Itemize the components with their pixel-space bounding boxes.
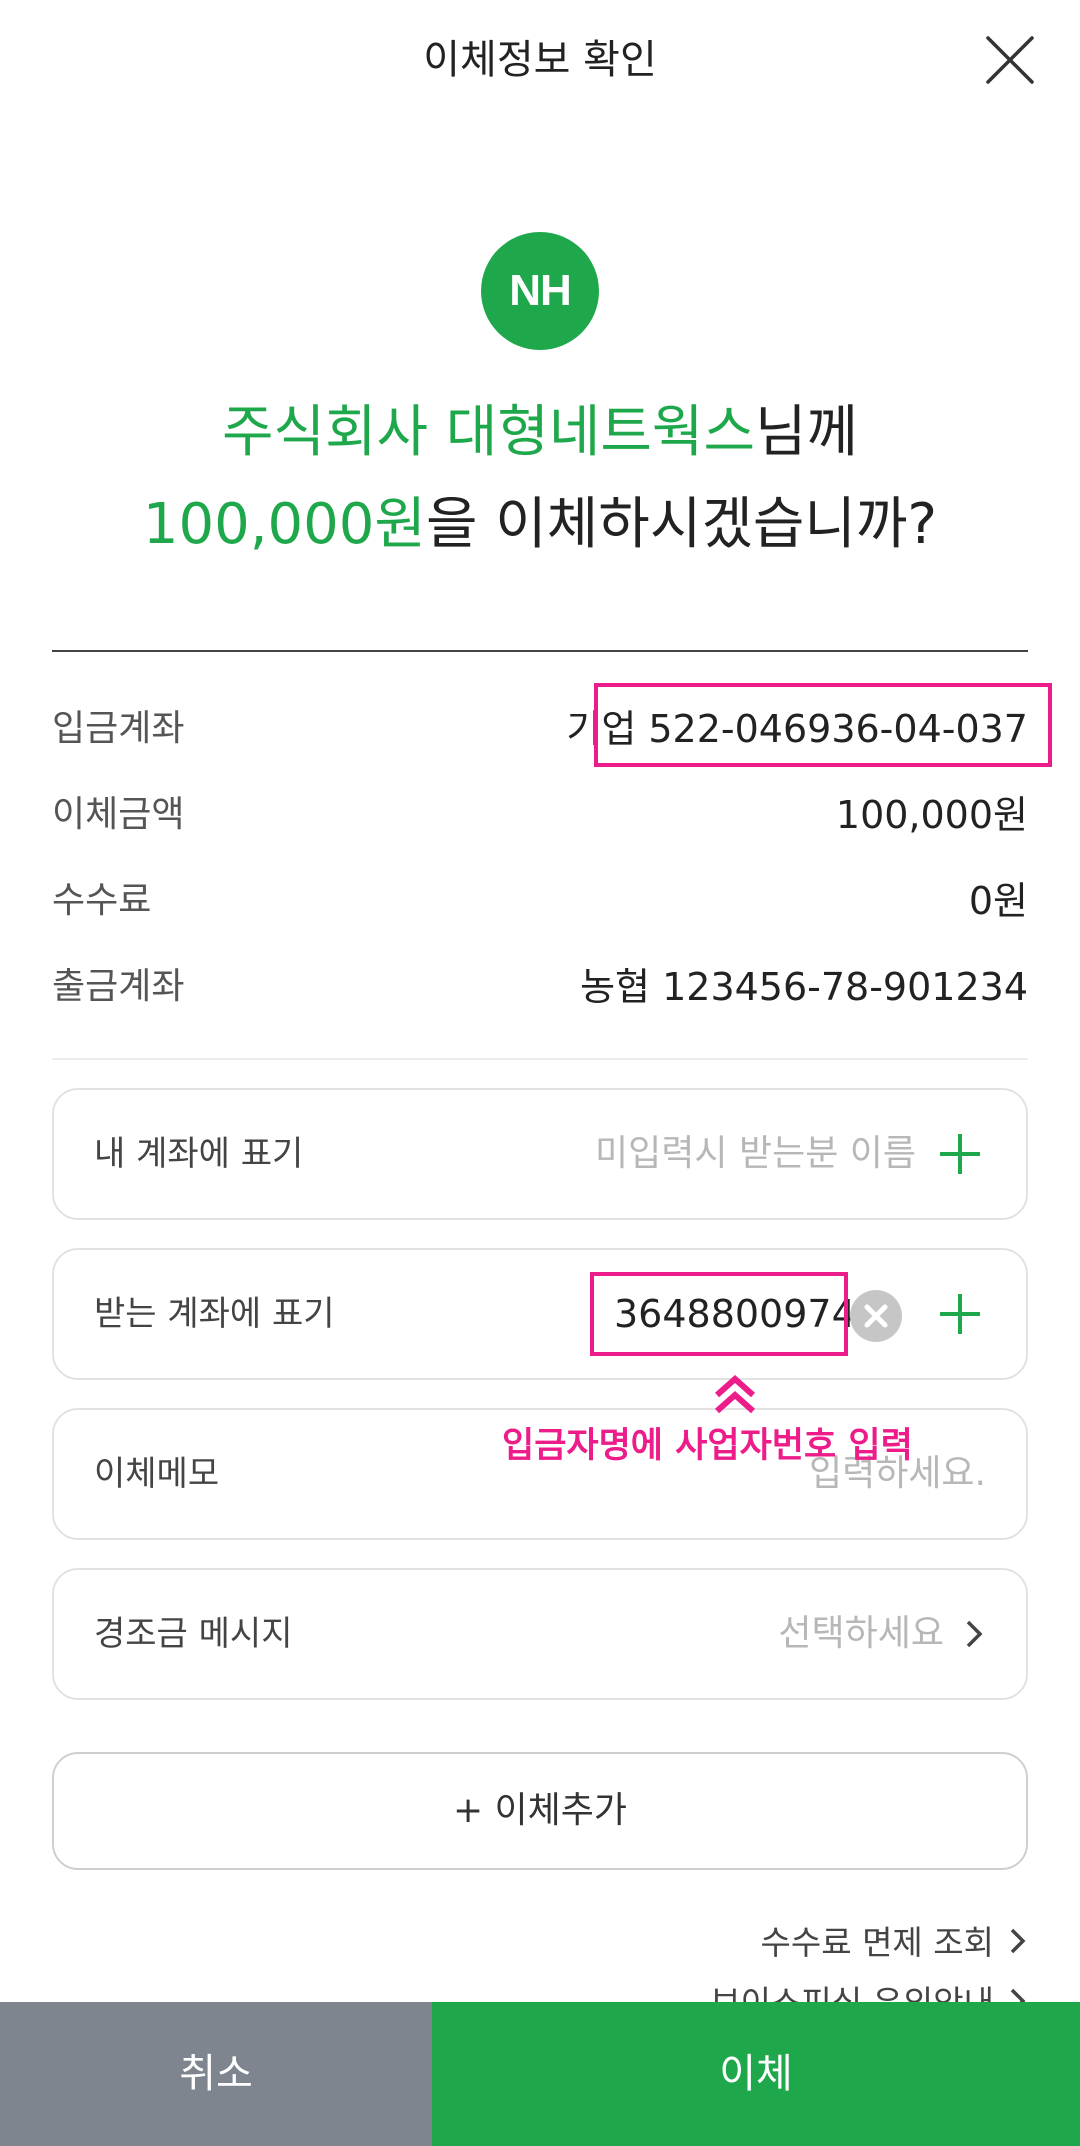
divider <box>52 1058 1028 1060</box>
chevron-right-icon <box>1010 1928 1026 1954</box>
my-account-memo-field[interactable]: 내 계좌에 표기 미입력시 받는분 이름 <box>52 1088 1028 1220</box>
bank-logo: NH <box>481 232 599 350</box>
highlight-recipient-memo <box>590 1272 848 1356</box>
transfer-amount: 100,000원 <box>142 492 426 557</box>
event-message-field[interactable]: 경조금 메시지 선택하세요 <box>52 1568 1028 1700</box>
headline-recipient: 주식회사 대형네트웍스님께 <box>0 398 1080 468</box>
close-icon[interactable] <box>980 30 1040 90</box>
recipient-suffix: 님께 <box>754 400 859 465</box>
field-label: 경조금 메시지 <box>94 1614 293 1654</box>
bottom-action-bar: 취소 이체 <box>0 2002 1080 2146</box>
info-value: 농협 123456-78-901234 <box>580 965 1028 1009</box>
cancel-button[interactable]: 취소 <box>0 2002 432 2146</box>
info-value: 0원 <box>968 879 1028 923</box>
plus-icon[interactable] <box>938 1132 982 1176</box>
fee-waiver-label: 수수료 면제 조회 <box>760 1923 995 1962</box>
info-label: 이체금액 <box>52 794 185 835</box>
field-label: 이체메모 <box>94 1454 220 1494</box>
event-message-select[interactable]: 선택하세요 <box>778 1570 944 1698</box>
clear-icon[interactable] <box>850 1290 902 1342</box>
header: 이체정보 확인 <box>0 0 1080 120</box>
divider <box>52 650 1028 652</box>
my-account-memo-input[interactable]: 미입력시 받는분 이름 <box>595 1090 916 1218</box>
plus-icon[interactable] <box>938 1292 982 1336</box>
recipient-account-memo-field[interactable]: 받는 계좌에 표기 3648800974 <box>52 1248 1028 1380</box>
fee-waiver-link[interactable]: 수수료 면제 조회 <box>761 1918 1029 1968</box>
chevron-right-icon <box>962 1616 986 1652</box>
info-row-withdrawal-account: 출금계좌 농협 123456-78-901234 <box>52 957 1028 1017</box>
info-value: 100,000원 <box>835 793 1028 837</box>
add-transfer-button[interactable]: + 이체추가 <box>52 1752 1028 1870</box>
page-title: 이체정보 확인 <box>423 37 657 83</box>
field-label: 내 계좌에 표기 <box>94 1134 304 1174</box>
recipient-name: 주식회사 대형네트웍스 <box>221 400 755 465</box>
annotation-text: 입금자명에 사업자번호 입력 <box>502 1426 913 1466</box>
amount-suffix: 을 이체하시겠습니까? <box>425 492 938 557</box>
info-label: 입금계좌 <box>52 708 185 749</box>
transfer-button[interactable]: 이체 <box>432 2002 1080 2146</box>
highlight-deposit-account <box>594 683 1052 767</box>
headline-amount: 100,000원을 이체하시겠습니까? <box>0 490 1080 560</box>
chevron-up-icon <box>712 1374 758 1415</box>
info-row-fee: 수수료 0원 <box>52 871 1028 931</box>
info-label: 출금계좌 <box>52 966 185 1007</box>
close-button[interactable] <box>980 30 1040 90</box>
field-label: 받는 계좌에 표기 <box>94 1294 335 1334</box>
info-row-transfer-amount: 이체금액 100,000원 <box>52 785 1028 845</box>
info-label: 수수료 <box>52 880 152 921</box>
